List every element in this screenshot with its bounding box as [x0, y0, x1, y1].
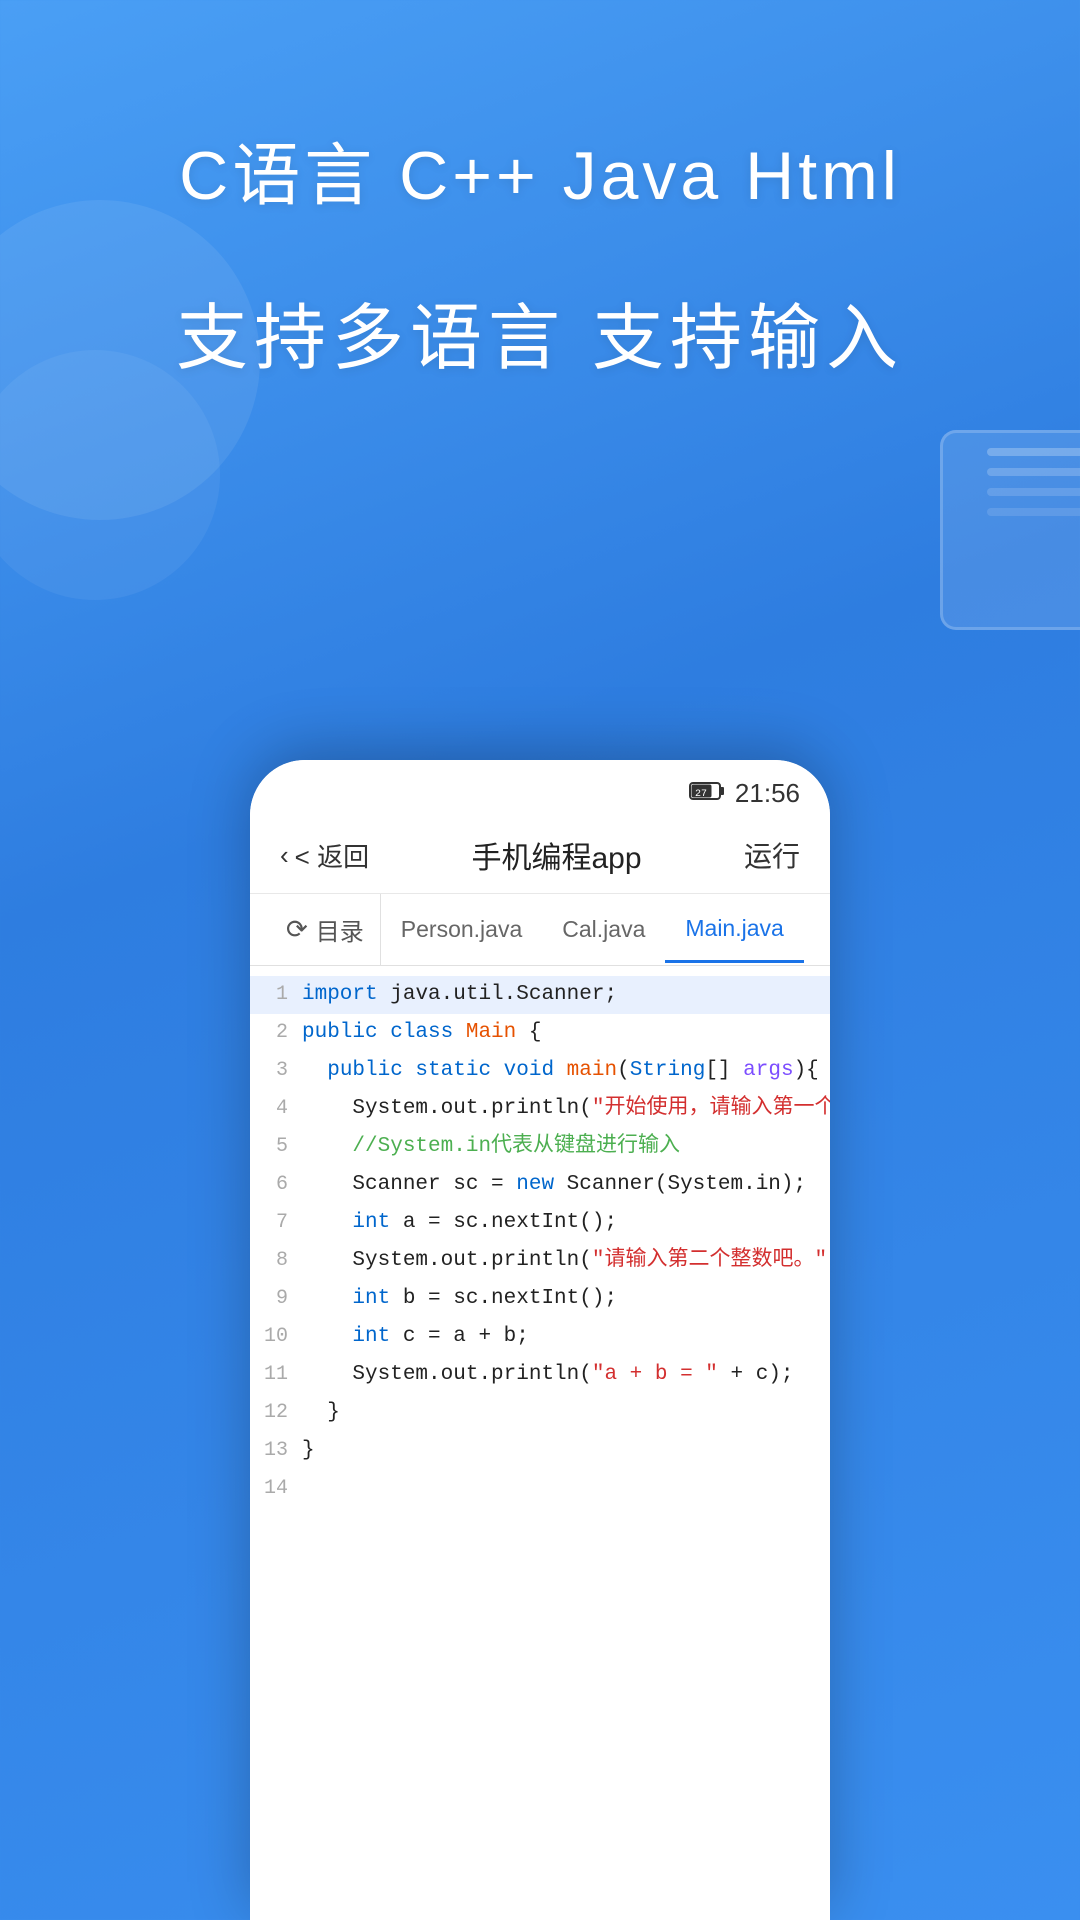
status-bar: 27 21:56 [250, 760, 830, 817]
hero-title: C语言 C++ Java Html [0, 120, 1080, 219]
tab-folder[interactable]: ⟳ 目录 [270, 894, 381, 965]
code-line-3: 3 public static void main(String[] args)… [250, 1052, 830, 1090]
code-line-6: 6 Scanner sc = new Scanner(System.in); [250, 1166, 830, 1204]
back-button[interactable]: ‹ < 返回 [280, 837, 369, 874]
code-editor: 1 import java.util.Scanner; 2 public cla… [250, 966, 830, 1518]
code-line-10: 10 int c = a + b; [250, 1318, 830, 1356]
code-line-7: 7 int a = sc.nextInt(); [250, 1204, 830, 1242]
code-line-9: 9 int b = sc.nextInt(); [250, 1280, 830, 1318]
back-chevron: ‹ [280, 840, 289, 871]
code-line-5: 5 //System.in代表从键盘进行输入 [250, 1128, 830, 1166]
folder-icon: ⟳ [286, 914, 308, 945]
back-label: < 返回 [295, 837, 369, 874]
code-line-4: 4 System.out.println("开始使用，请输入第一个整数吧。"); [250, 1090, 830, 1128]
bg-decoration-tablet [940, 430, 1080, 630]
folder-label: 目录 [316, 912, 364, 947]
tab-cal-java[interactable]: Cal.java [542, 898, 665, 961]
run-button[interactable]: 运行 [744, 835, 800, 875]
code-line-2: 2 public class Main { [250, 1014, 830, 1052]
battery-indicator: 27 [689, 781, 725, 807]
code-line-1: 1 import java.util.Scanner; [250, 976, 830, 1014]
hero-subtitle: 支持多语言 支持输入 [0, 279, 1080, 384]
code-line-14: 14 [250, 1470, 830, 1508]
tab-person-java[interactable]: Person.java [381, 898, 542, 961]
app-title: 手机编程app [472, 833, 642, 877]
code-line-11: 11 System.out.println("a + b = " + c); [250, 1356, 830, 1394]
code-line-8: 8 System.out.println("请输入第二个整数吧。"); [250, 1242, 830, 1280]
phone-inner: 27 21:56 ‹ < 返回 手机编程app 运行 ⟳ 目录 Person.j… [250, 760, 830, 1920]
tab-main-java[interactable]: Main.java [665, 897, 803, 963]
app-header: ‹ < 返回 手机编程app 运行 [250, 817, 830, 894]
hero-section: C语言 C++ Java Html 支持多语言 支持输入 [0, 120, 1080, 384]
code-line-13: 13 } [250, 1432, 830, 1470]
phone-mockup: 27 21:56 ‹ < 返回 手机编程app 运行 ⟳ 目录 Person.j… [250, 760, 830, 1920]
status-time: 21:56 [735, 778, 800, 809]
code-line-12: 12 } [250, 1394, 830, 1432]
svg-text:27: 27 [695, 789, 707, 800]
tabs-bar: ⟳ 目录 Person.java Cal.java Main.java [250, 894, 830, 966]
